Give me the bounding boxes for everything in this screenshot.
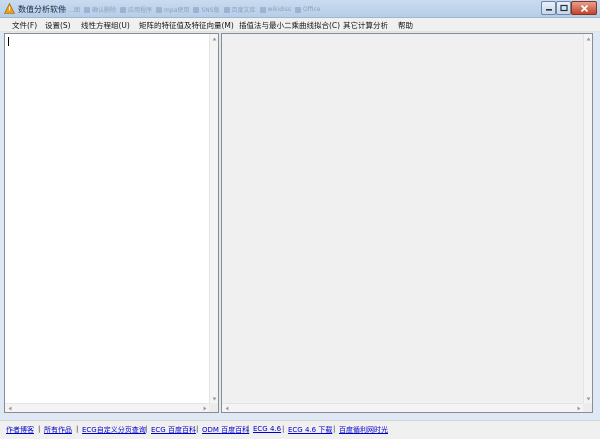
menu-file[interactable]: 文件(F) (12, 20, 37, 31)
menu-settings[interactable]: 设置(S) (45, 20, 71, 31)
link-separator: | (333, 425, 336, 433)
minimize-button[interactable] (541, 1, 556, 15)
link-author-blog[interactable]: 作者博客 (6, 425, 34, 435)
left-scroll-corner (209, 403, 218, 412)
menu-eigenvalues[interactable]: 矩阵的特征值及特征向量(M) (139, 20, 234, 31)
output-area[interactable] (221, 33, 593, 413)
link-separator: | (76, 425, 79, 433)
scroll-down-arrow-icon[interactable] (210, 394, 219, 403)
ghost-tab-3: mpa使用 (156, 4, 189, 15)
close-icon (580, 4, 588, 12)
link-odm-baike[interactable]: ODM 百度百科 (202, 425, 249, 435)
ghost-tab-2: 应用程序 (120, 4, 152, 15)
link-separator: | (247, 425, 250, 433)
scroll-left-arrow-icon[interactable] (222, 404, 231, 413)
ghost-tab-6: wikidiss (259, 4, 291, 15)
maximize-button[interactable] (556, 1, 571, 15)
status-bar: 作者博客 | 所有作品 | ECG自定义分页查询 | ECG 百度百科 | OD… (0, 420, 600, 439)
ghost-tab-1: 确认删除 (84, 4, 116, 15)
ghost-tab-7: Office (294, 4, 320, 15)
scroll-left-arrow-icon[interactable] (5, 404, 14, 413)
ghost-tab-0: …图 (60, 4, 80, 15)
window-title: 数值分析软件 (18, 5, 66, 14)
link-separator: | (282, 425, 285, 433)
link-separator: | (38, 425, 41, 433)
background-taskbar-ghost: …图 确认删除 应用程序 mpa使用 SNS版 百度文库 wikidiss Of… (60, 4, 320, 15)
link-ecg-46[interactable]: ECG 4.6 (253, 425, 281, 433)
minimize-icon (545, 9, 552, 11)
ghost-tab-5: 百度文库 (223, 4, 256, 15)
scroll-up-arrow-icon[interactable] (584, 34, 593, 43)
scroll-right-arrow-icon[interactable] (200, 404, 209, 413)
link-ecg-46-download[interactable]: ECG 4.6 下载 (288, 425, 332, 435)
menu-other-analysis[interactable]: 其它计算分析 (343, 20, 388, 31)
link-separator: | (145, 425, 148, 433)
right-scroll-corner (583, 403, 592, 412)
menu-bar: 文件(F) 设置(S) 线性方程组(U) 矩阵的特征值及特征向量(M) 插值法与… (0, 18, 600, 32)
link-all-works[interactable]: 所有作品 (44, 425, 72, 435)
link-ecg-baike[interactable]: ECG 百度百科 (151, 425, 196, 435)
app-icon (4, 3, 15, 14)
right-horizontal-scrollbar[interactable] (222, 403, 583, 412)
link-separator: | (196, 425, 199, 433)
left-horizontal-scrollbar[interactable] (5, 403, 209, 412)
ghost-tab-4: SNS版 (193, 4, 220, 15)
input-text-area[interactable] (4, 33, 219, 413)
scroll-up-arrow-icon[interactable] (210, 34, 219, 43)
title-bar: 数值分析软件 …图 确认删除 应用程序 mpa使用 SNS版 百度文库 wiki… (0, 0, 600, 18)
maximize-icon (559, 4, 568, 12)
link-ecg-query[interactable]: ECG自定义分页查询 (82, 425, 146, 435)
menu-help[interactable]: 帮助 (398, 20, 413, 31)
scroll-down-arrow-icon[interactable] (584, 394, 593, 403)
close-button[interactable] (571, 1, 597, 15)
menu-interpolation-fitting[interactable]: 插值法与最小二乘曲线拟合(C) (239, 20, 340, 31)
scroll-right-arrow-icon[interactable] (574, 404, 583, 413)
right-vertical-scrollbar[interactable] (583, 34, 592, 403)
link-baidu-time[interactable]: 百度循利网时光 (339, 425, 388, 435)
left-vertical-scrollbar[interactable] (209, 34, 218, 403)
text-cursor (8, 37, 9, 46)
menu-linear-equations[interactable]: 线性方程组(U) (81, 20, 130, 31)
